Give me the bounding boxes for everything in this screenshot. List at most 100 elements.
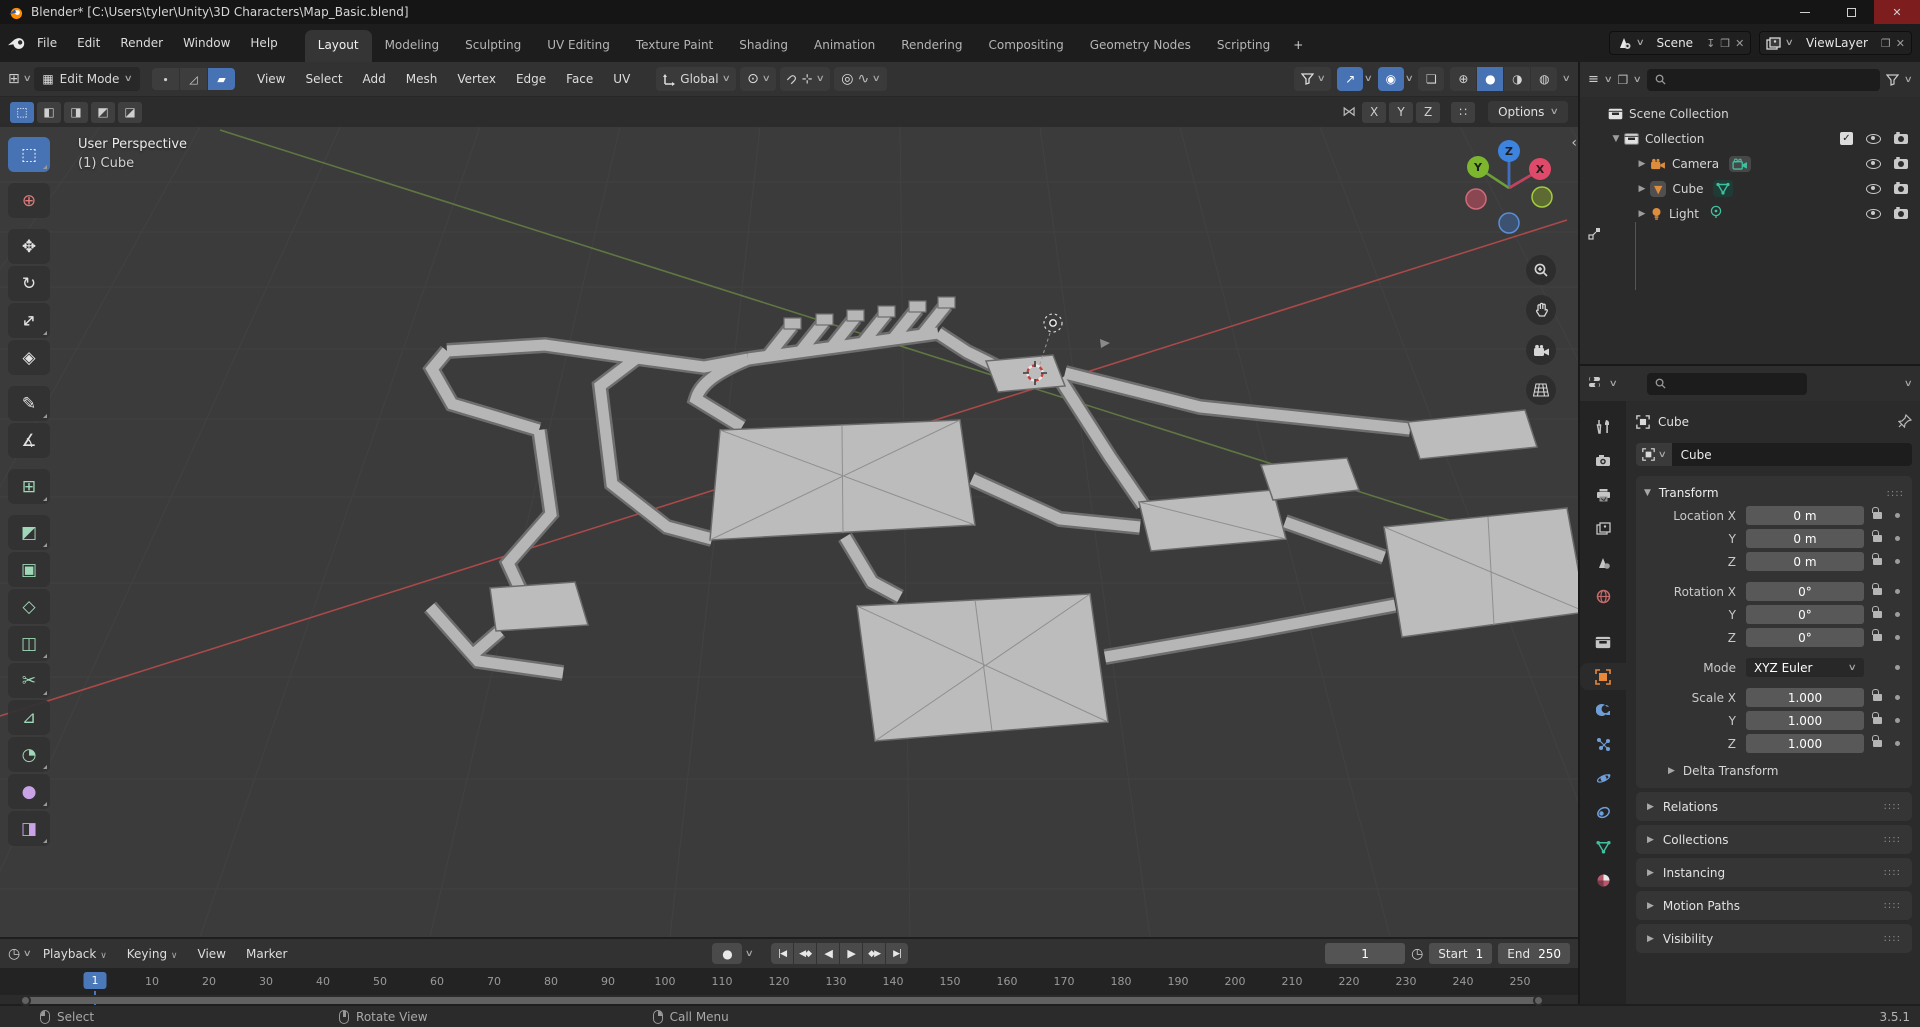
animate-dot[interactable]	[1895, 695, 1900, 700]
toggle-projection-button[interactable]	[1526, 375, 1556, 405]
overlays-chevron[interactable]: ∨	[1404, 74, 1413, 84]
lock-icon[interactable]	[1873, 588, 1882, 595]
auto-keying-chevron[interactable]: ∨	[745, 949, 754, 959]
disclosure-right-icon[interactable]: ▶	[1636, 159, 1648, 169]
tool-select-box[interactable]: ⬚	[8, 137, 50, 172]
tab-texture-paint[interactable]: Texture Paint	[623, 30, 726, 62]
tool-add-cube[interactable]: ⊞	[8, 469, 50, 504]
menu-edge[interactable]: Edge	[508, 68, 554, 90]
select-intersect-button[interactable]: ◪	[118, 102, 142, 123]
menu-add[interactable]: Add	[355, 68, 394, 90]
disable-render-icon[interactable]	[1894, 209, 1908, 219]
tab-animation[interactable]: Animation	[801, 30, 888, 62]
menu-keying[interactable]: Keying ∨	[119, 944, 186, 964]
scrollbar-left-handle[interactable]	[20, 995, 31, 1006]
tool-rotate[interactable]: ↻	[8, 266, 50, 301]
rendered-shading-button[interactable]: ◍	[1531, 67, 1557, 91]
properties-search-input[interactable]	[1647, 373, 1807, 395]
collection-checkbox[interactable]: ✓	[1840, 132, 1853, 145]
outliner-row-cube[interactable]: ▶ ▼ Cube	[1580, 176, 1920, 201]
menu-help[interactable]: Help	[241, 32, 286, 54]
animate-dot[interactable]	[1895, 718, 1900, 723]
tab-compositing[interactable]: Compositing	[975, 30, 1076, 62]
animate-dot[interactable]	[1895, 665, 1900, 670]
tool-spin[interactable]: ◔	[8, 737, 50, 772]
lock-icon[interactable]	[1873, 740, 1882, 747]
use-preview-range-icon[interactable]: ◷	[1411, 947, 1423, 961]
lock-icon[interactable]	[1873, 558, 1882, 565]
outliner-display-mode-icon[interactable]: ❐	[1618, 74, 1629, 86]
tab-modifiers[interactable]	[1580, 697, 1626, 724]
next-keyframe-button[interactable]: ◆▶	[863, 943, 885, 964]
xray-toggle-button[interactable]: ❏	[1418, 67, 1444, 91]
viewlayer-copy-icon[interactable]: ❐	[1881, 37, 1891, 50]
camera-view-button[interactable]	[1526, 335, 1556, 365]
menu-window[interactable]: Window	[174, 32, 239, 54]
panel-drag-dots[interactable]: ::::	[1884, 834, 1901, 845]
pan-view-button[interactable]	[1526, 295, 1556, 325]
tab-rendering[interactable]: Rendering	[888, 30, 975, 62]
camera-data-icon[interactable]	[1729, 156, 1751, 172]
timeline-editor-chevron[interactable]: ∨	[23, 949, 32, 959]
hide-viewport-icon[interactable]	[1866, 209, 1881, 219]
outliner-row-scene-collection[interactable]: Scene Collection	[1580, 101, 1920, 126]
rotation-y-input[interactable]: 0°	[1746, 605, 1864, 624]
tool-poly-build[interactable]: ⊿	[8, 700, 50, 735]
panel-drag-dots[interactable]: ::::	[1884, 801, 1901, 812]
hide-viewport-icon[interactable]	[1866, 159, 1881, 169]
panel-drag-dots[interactable]: ::::	[1884, 900, 1901, 911]
start-frame-field[interactable]: Start 1	[1429, 943, 1492, 964]
mirror-y-button[interactable]: Y	[1389, 102, 1413, 123]
tool-extrude-region[interactable]: ◩	[8, 515, 50, 550]
prev-keyframe-button[interactable]: ◀◆	[794, 943, 816, 964]
tab-tool[interactable]	[1580, 413, 1626, 440]
disclosure-right-icon[interactable]: ▶	[1636, 184, 1648, 194]
section-relations[interactable]: ▶Relations::::	[1636, 792, 1912, 821]
select-extend-button[interactable]: ◧	[37, 102, 61, 123]
add-workspace-button[interactable]: +	[1283, 30, 1313, 62]
animate-dot[interactable]	[1895, 635, 1900, 640]
editor-type-chevron[interactable]: ∨	[22, 74, 31, 84]
select-new-button[interactable]: ⬚	[10, 102, 34, 123]
tab-scene[interactable]	[1580, 549, 1626, 576]
tool-annotate[interactable]: ✎	[8, 386, 50, 421]
object-id-icon[interactable]: ∨	[1636, 443, 1672, 466]
scale-z-input[interactable]: 1.000	[1746, 734, 1864, 753]
outliner-row-collection[interactable]: ▼ Collection ✓	[1580, 126, 1920, 151]
frame-ruler[interactable]: 1 10 20 30 40 50 60 70 80 90 100 110 120…	[0, 969, 1578, 995]
end-frame-field[interactable]: End 250	[1498, 943, 1570, 964]
hide-viewport-icon[interactable]	[1866, 184, 1881, 194]
viewport-3d[interactable]: User Perspective (1) Cube ⬚ ⊕ ✥ ↻ ↔ ◈ ✎ …	[0, 127, 1578, 937]
scene-browse-chevron[interactable]: ∨	[1636, 38, 1645, 48]
tool-knife[interactable]: ✂	[8, 663, 50, 698]
zoom-view-button[interactable]	[1526, 255, 1556, 285]
editor-type-icon[interactable]: ⊞	[8, 72, 20, 86]
lock-icon[interactable]	[1873, 634, 1882, 641]
menu-vertex[interactable]: Vertex	[449, 68, 504, 90]
animate-dot[interactable]	[1895, 513, 1900, 518]
hide-viewport-icon[interactable]	[1866, 134, 1881, 144]
magnet-icon[interactable]: ∩	[784, 70, 801, 87]
menu-file[interactable]: File	[28, 32, 66, 54]
delta-transform-toggle[interactable]: ▶Delta Transform	[1668, 764, 1904, 778]
current-frame-field[interactable]: 1	[1325, 943, 1405, 964]
tool-inset-faces[interactable]: ▣	[8, 552, 50, 587]
menu-marker[interactable]: Marker	[238, 944, 295, 964]
section-visibility[interactable]: ▶Visibility::::	[1636, 924, 1912, 953]
tool-scale[interactable]: ↔	[8, 303, 50, 338]
snap-chevron[interactable]: ∨	[815, 74, 824, 84]
minimize-button[interactable]	[1782, 0, 1828, 24]
location-y-input[interactable]: 0 m	[1746, 529, 1864, 548]
properties-options-chevron[interactable]: ∨	[1904, 379, 1913, 389]
scene-copy-icon[interactable]: ❐	[1720, 37, 1730, 50]
breadcrumb-object-name[interactable]: Cube	[1658, 415, 1689, 429]
disable-render-icon[interactable]	[1894, 134, 1908, 144]
tab-modeling[interactable]: Modeling	[372, 30, 453, 62]
menu-view[interactable]: View	[249, 68, 293, 90]
snap-target-icon[interactable]: ⊹	[802, 73, 813, 86]
lock-icon[interactable]	[1873, 535, 1882, 542]
outliner-row-light[interactable]: ▶ Light	[1580, 201, 1920, 226]
menu-playback[interactable]: Playback ∨	[35, 944, 115, 964]
pivot-point[interactable]: ⊙ ∨	[740, 67, 776, 91]
rotation-mode-dropdown[interactable]: XYZ Euler∨	[1746, 658, 1864, 677]
